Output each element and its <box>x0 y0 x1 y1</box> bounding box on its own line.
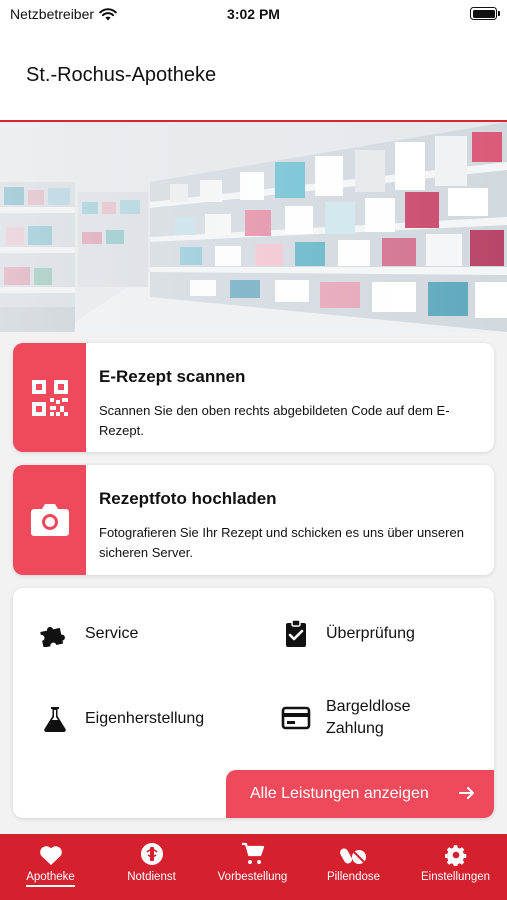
card-title: E-Rezept scannen <box>99 367 246 386</box>
battery-icon <box>470 7 500 20</box>
camera-icon <box>30 504 69 536</box>
service-label: Eigenherstellung <box>85 710 205 727</box>
puzzle-icon <box>39 618 71 650</box>
nav-item-apotheke[interactable]: Apotheke <box>0 834 101 900</box>
heart-icon <box>39 846 62 865</box>
services-panel: Service Überprüfung Eigenherstellung Bar… <box>13 588 494 818</box>
service-label: Service <box>85 625 139 642</box>
nav-item-notdienst[interactable]: Notdienst <box>101 834 202 900</box>
e-rezept-scan-card[interactable]: E-Rezept scannen Scannen Sie den oben re… <box>13 343 494 452</box>
pills-icon <box>339 848 366 864</box>
card-title: Rezeptfoto hochladen <box>99 489 277 508</box>
all-services-button[interactable]: Alle Leistungen anzeigen <box>226 770 494 818</box>
nav-label: Apotheke <box>26 871 75 887</box>
service-label: Überprüfung <box>326 625 415 642</box>
status-time: 3:02 PM <box>227 6 280 22</box>
qr-code-icon <box>31 379 68 416</box>
clipboard-check-icon <box>280 618 312 650</box>
hero-image-pharmacy-shelves <box>0 122 507 332</box>
nav-label: Vorbestellung <box>217 871 288 883</box>
pharmacy-sign-icon <box>140 843 163 865</box>
arrow-right-icon <box>459 787 474 799</box>
card-description: Fotografieren Sie Ihr Rezept und schicke… <box>99 525 464 560</box>
service-label: Bargeldlose Zahlung <box>326 698 411 737</box>
all-services-label: Alle Leistungen anzeigen <box>250 785 429 802</box>
service-item-bargeldlose-zahlung[interactable]: Bargeldlose Zahlung <box>280 696 436 740</box>
nav-label: Einstellungen <box>420 871 491 883</box>
nav-item-pillendose[interactable]: Pillendose <box>303 834 404 900</box>
nav-item-vorbestellung[interactable]: Vorbestellung <box>202 834 303 900</box>
nav-label: Notdienst <box>127 871 176 883</box>
bottom-navigation: Apotheke Notdienst Vorbestellung Pillend… <box>0 834 507 900</box>
nav-item-einstellungen[interactable]: Einstellungen <box>404 834 507 900</box>
app-header: St.-Rochus-Apotheke <box>0 30 507 122</box>
page-title: St.-Rochus-Apotheke <box>26 64 217 86</box>
gear-icon <box>444 845 466 866</box>
card-icon-area <box>13 465 86 575</box>
card-icon-area <box>13 343 86 452</box>
service-item-service[interactable]: Service <box>39 618 138 650</box>
credit-card-icon <box>280 702 312 734</box>
rezeptfoto-upload-card[interactable]: Rezeptfoto hochladen Fotografieren Sie I… <box>13 465 494 575</box>
cart-icon <box>241 842 264 864</box>
service-item-eigenherstellung[interactable]: Eigenherstellung <box>39 703 204 735</box>
nav-label: Pillendose <box>326 871 381 883</box>
service-item-ueberpruefung[interactable]: Überprüfung <box>280 618 415 650</box>
flask-icon <box>39 703 71 735</box>
shelves-illustration <box>0 122 507 332</box>
status-bar: Netzbetreiber 3:02 PM <box>0 0 507 30</box>
card-description: Scannen Sie den oben rechts abgebildeten… <box>99 403 450 438</box>
